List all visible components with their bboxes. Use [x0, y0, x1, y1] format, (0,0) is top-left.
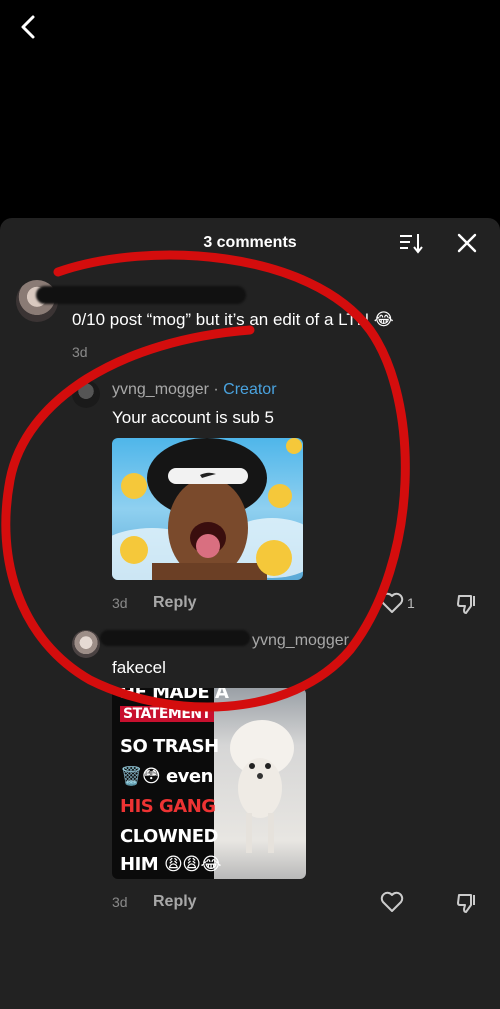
image-caption-line: STATEMENT [120, 706, 214, 722]
comment-text: 0/10 post “mog” but it’s an edit of a LT… [72, 310, 394, 329]
reply-time: 3d [112, 894, 128, 910]
avatar[interactable] [72, 380, 100, 408]
reply-username[interactable]: yvng_mogger [252, 632, 349, 650]
image-caption-line: HIS GANG [120, 796, 216, 817]
comments-sheet: 3 comments 0/10 post “mog” but it’s an e… [0, 218, 500, 1009]
comments-count-title: 3 comments [203, 234, 297, 251]
reply-username[interactable]: yvng_mogger · Creator [112, 381, 277, 399]
chevron-left-icon[interactable] [14, 12, 44, 42]
image-caption-line: CLOWNED [120, 826, 219, 847]
dislike-icon[interactable] [455, 592, 479, 616]
reply-button[interactable]: Reply [153, 893, 197, 911]
image-caption-line: HIM 😩😩😂 [120, 854, 222, 875]
image-panel [214, 688, 306, 879]
image-caption-line: SO TRASH [120, 736, 219, 757]
sort-icon[interactable] [398, 232, 424, 254]
image-caption-line: 🗑️😳 even [120, 766, 213, 787]
close-icon[interactable] [456, 232, 478, 254]
creator-badge: Creator [223, 381, 277, 398]
reply-image[interactable]: HE MADE A STATEMENT SO TRASH 🗑️😳 even HI… [112, 688, 306, 879]
redacted-username [100, 630, 250, 646]
reply-image[interactable] [112, 438, 303, 580]
dislike-icon[interactable] [455, 891, 479, 915]
like-count: 1 [407, 595, 415, 611]
reply-time: 3d [112, 595, 128, 611]
reply-button[interactable]: Reply [153, 594, 197, 612]
avatar[interactable] [72, 630, 100, 658]
reply-text: fakecel [112, 658, 166, 677]
redacted-username [36, 286, 246, 304]
reply-text: Your account is sub 5 [112, 408, 274, 427]
heart-icon[interactable] [380, 891, 404, 913]
image-caption-line: HE MADE A [120, 688, 229, 703]
comment-time: 3d [72, 344, 88, 360]
heart-icon[interactable] [380, 592, 404, 614]
